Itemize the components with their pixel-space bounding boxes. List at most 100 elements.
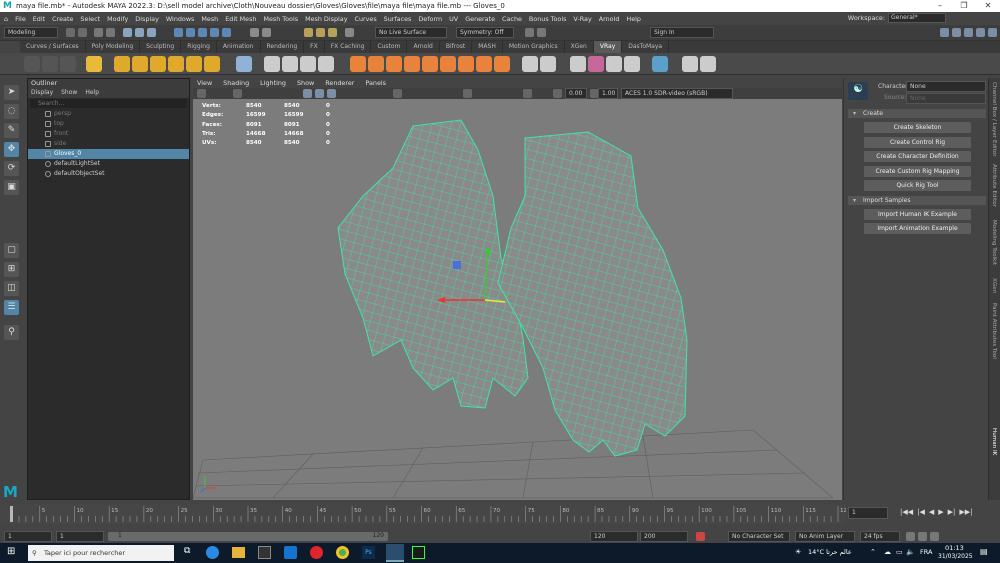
- time-slider[interactable]: 5 10 15 20 25 30 35 40 45 50 55 60 65 70 75 80 85 90 95 100…: [0, 504, 846, 524]
- opera-icon[interactable]: [310, 546, 323, 559]
- minimize-button[interactable]: –: [928, 0, 952, 12]
- undo-icon[interactable]: [94, 28, 103, 37]
- outliner-menu-show[interactable]: Show: [61, 88, 77, 98]
- material-icon[interactable]: [350, 56, 366, 72]
- exposure-field[interactable]: 0.00: [565, 88, 587, 99]
- notifications-icon[interactable]: ▤: [980, 547, 988, 556]
- curvature-icon[interactable]: [494, 56, 510, 72]
- display-icon[interactable]: ▭: [896, 548, 903, 556]
- character-dropdown[interactable]: None: [906, 81, 986, 92]
- shelf-tab[interactable]: Sculpting: [140, 41, 182, 53]
- playback-end-field[interactable]: 120: [590, 531, 638, 542]
- tab-modeling-toolkit[interactable]: Modeling Toolkit: [991, 220, 997, 265]
- render-settings-icon[interactable]: [328, 28, 337, 37]
- import-human-ik-example-button[interactable]: Import Human IK Example: [864, 209, 971, 220]
- menu-deform[interactable]: Deform: [418, 15, 442, 23]
- hypershade-icon[interactable]: [345, 28, 354, 37]
- step-forward-icon[interactable]: ▶|: [948, 508, 956, 516]
- menu-vray[interactable]: V-Ray: [573, 15, 591, 23]
- menu-edit-mesh[interactable]: Edit Mesh: [225, 15, 256, 23]
- layout-icon[interactable]: [940, 28, 949, 37]
- play-back-icon[interactable]: ◀: [929, 508, 934, 516]
- shelf-tab[interactable]: Bifrost: [440, 41, 473, 53]
- chrome-icon[interactable]: [336, 546, 349, 559]
- export-icon[interactable]: [540, 56, 556, 72]
- weather-icon[interactable]: ☀: [795, 548, 801, 556]
- create-control-rig-button[interactable]: Create Control Rig: [864, 137, 971, 148]
- history-icon[interactable]: [250, 28, 259, 37]
- anim-layer-dropdown[interactable]: No Anim Layer: [795, 531, 855, 542]
- rect-light-icon[interactable]: [114, 56, 130, 72]
- tray-chevron-icon[interactable]: ⌃: [870, 548, 876, 556]
- menu-mesh[interactable]: Mesh: [201, 15, 218, 23]
- snap-surface-icon[interactable]: [210, 28, 219, 37]
- outliner-item-side[interactable]: side: [28, 139, 189, 149]
- import-animation-example-button[interactable]: Import Animation Example: [864, 223, 971, 234]
- vray-light-icon[interactable]: [86, 56, 102, 72]
- texture-icon[interactable]: [422, 56, 438, 72]
- select-object-icon[interactable]: [135, 28, 144, 37]
- layout-icon[interactable]: [976, 28, 985, 37]
- weather-text[interactable]: 14°C عالم حرتا: [808, 548, 852, 556]
- sun-light-icon[interactable]: [186, 56, 202, 72]
- home-icon[interactable]: ⌂: [4, 15, 8, 23]
- fps-dropdown[interactable]: 24 fps: [860, 531, 900, 542]
- shelf-tab[interactable]: Custom: [371, 41, 408, 53]
- menu-file[interactable]: File: [15, 15, 26, 23]
- single-view-icon[interactable]: ▢: [4, 243, 19, 258]
- layout-icon[interactable]: [988, 28, 997, 37]
- go-to-start-icon[interactable]: |◀◀: [900, 508, 913, 516]
- save-scene-icon[interactable]: [78, 28, 87, 37]
- menu-arnold[interactable]: Arnold: [599, 15, 620, 23]
- clock-time[interactable]: 01:13: [945, 544, 964, 552]
- toggle-icon[interactable]: [537, 28, 546, 37]
- layout-icon[interactable]: [964, 28, 973, 37]
- play-forward-icon[interactable]: ▶: [938, 508, 943, 516]
- menu-windows[interactable]: Windows: [166, 15, 195, 23]
- nvidia-icon[interactable]: [412, 546, 425, 559]
- end-frame-field[interactable]: 200: [640, 531, 688, 542]
- layout-icon[interactable]: [952, 28, 961, 37]
- tab-channel-box[interactable]: Channel Box / Layer Editor: [991, 82, 997, 157]
- ies-light-icon[interactable]: [168, 56, 184, 72]
- vray-logo-icon[interactable]: [700, 56, 716, 72]
- isolate-icon[interactable]: [523, 89, 532, 98]
- shelf-tab[interactable]: XGen: [565, 41, 594, 53]
- output-icon[interactable]: [262, 28, 271, 37]
- viewport-menu-show[interactable]: Show: [297, 78, 314, 88]
- sss-icon[interactable]: [476, 56, 492, 72]
- shelf-tab[interactable]: MASH: [472, 41, 503, 53]
- render-elements-icon[interactable]: [606, 56, 622, 72]
- mesh-icon[interactable]: [300, 56, 316, 72]
- right-glove-mesh[interactable]: [497, 131, 688, 457]
- timeline-ruler[interactable]: 5 10 15 20 25 30 35 40 45 50 55 60 65 70 75 80 85 90 95 100…: [0, 504, 846, 524]
- shelf-tab[interactable]: DasToMaya: [622, 41, 670, 53]
- viewport-menu-shading[interactable]: Shading: [223, 78, 249, 88]
- sign-in-dropdown[interactable]: Sign In: [650, 27, 714, 38]
- menu-help[interactable]: Help: [626, 15, 641, 23]
- source-dropdown[interactable]: None: [906, 93, 986, 104]
- range-slider[interactable]: 1 120: [108, 532, 388, 541]
- vrscene-icon[interactable]: [570, 56, 586, 72]
- outliner-item-top[interactable]: top: [28, 119, 189, 129]
- store-icon[interactable]: [258, 546, 271, 559]
- left-glove-mesh[interactable]: [337, 119, 529, 409]
- taskbar-search-input[interactable]: ⚲ Taper ici pour rechercher: [28, 545, 174, 561]
- workspace-dropdown[interactable]: General*: [888, 13, 946, 23]
- scale-tool-icon[interactable]: ▣: [4, 180, 19, 195]
- car-paint-icon[interactable]: [458, 56, 474, 72]
- live-surface-dropdown[interactable]: No Live Surface: [375, 27, 447, 38]
- maya-taskbar-icon[interactable]: [386, 544, 404, 562]
- outliner-item-front[interactable]: front: [28, 129, 189, 139]
- start-frame-field[interactable]: 1: [4, 531, 52, 542]
- menu-modify[interactable]: Modify: [107, 15, 128, 23]
- vray-ipr-icon[interactable]: [60, 56, 76, 72]
- volume-icon[interactable]: 🔈: [906, 548, 915, 556]
- shelf-tab[interactable]: Motion Graphics: [503, 41, 565, 53]
- shelf-tab[interactable]: Poly Modeling: [86, 41, 141, 53]
- step-back-icon[interactable]: |◀: [917, 508, 925, 516]
- rotate-tool-icon[interactable]: ⟳: [4, 161, 19, 176]
- search-icon[interactable]: ⚲: [4, 325, 19, 340]
- create-custom-rig-mapping-button[interactable]: Create Custom Rig Mapping: [864, 166, 971, 177]
- outliner-item-gloves[interactable]: Gloves_0: [28, 149, 189, 159]
